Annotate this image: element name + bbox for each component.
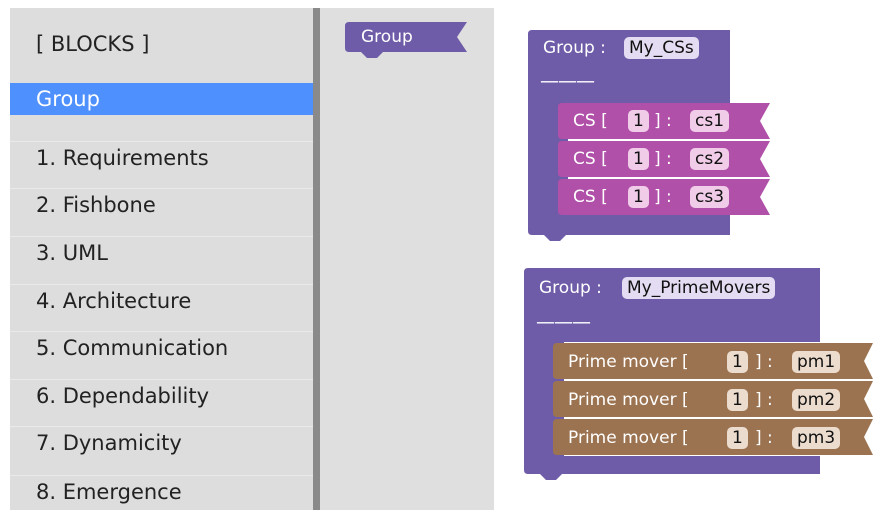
cs-colon: ] : [654,149,672,169]
prime-mover-block[interactable]: Prime mover [ 1 ] : pm2 [553,381,876,419]
toolbox-title: [ BLOCKS ] [36,32,150,56]
toolbox: [ BLOCKS ] Group 1. Requirements 2. Fish… [10,8,313,510]
cs-count-field[interactable]: 1 [628,148,649,170]
category-emergence[interactable]: 8. Emergence [10,475,313,507]
prime-mover-name-field[interactable]: pm1 [792,351,841,373]
cs-name-field[interactable]: cs2 [690,148,730,170]
prime-mover-label: Prime mover [ [568,428,689,448]
prime-mover-name-field[interactable]: pm3 [792,427,841,449]
block-flyout [320,8,494,510]
group-name-field[interactable]: My_CSs [624,37,699,59]
prime-mover-label: Prime mover [ [568,352,689,372]
prime-mover-name-field[interactable]: pm2 [792,389,841,411]
prime-mover-block[interactable]: Prime mover [ 1 ] : pm1 [553,343,876,381]
prime-mover-colon: ] : [755,428,773,448]
prime-mover-label: Prime mover [ [568,390,689,410]
group-name-field[interactable]: My_PrimeMovers [622,277,776,299]
cs-colon: ] : [654,187,672,207]
cs-block[interactable]: CS [ 1 ] : cs2 [558,141,778,179]
category-group[interactable]: Group [10,83,313,115]
prime-mover-colon: ] : [755,390,773,410]
cs-block[interactable]: CS [ 1 ] : cs1 [558,103,778,141]
group-label: Group : [539,278,602,298]
toolbox-splitter[interactable] [313,8,320,510]
category-requirements[interactable]: 1. Requirements [10,141,313,173]
cs-label: CS [ [573,187,608,207]
group-separator: ——— [540,70,595,92]
cs-colon: ] : [654,111,672,131]
category-architecture[interactable]: 4. Architecture [10,284,313,316]
cs-count-field[interactable]: 1 [628,186,649,208]
cs-name-field[interactable]: cs3 [690,186,730,208]
prime-mover-count-field[interactable]: 1 [727,389,748,411]
category-fishbone[interactable]: 2. Fishbone [10,188,313,220]
cs-count-field[interactable]: 1 [628,110,649,132]
prime-mover-colon: ] : [755,352,773,372]
category-uml[interactable]: 3. UML [10,236,313,268]
category-dynamicity[interactable]: 7. Dynamicity [10,426,313,458]
cs-label: CS [ [573,149,608,169]
prime-mover-count-field[interactable]: 1 [727,351,748,373]
cs-name-field[interactable]: cs1 [690,110,730,132]
prime-mover-block[interactable]: Prime mover [ 1 ] : pm3 [553,419,876,457]
prime-mover-count-field[interactable]: 1 [727,427,748,449]
cs-block[interactable]: CS [ 1 ] : cs3 [558,179,778,217]
flyout-group-block[interactable]: Group [345,22,475,62]
group-label: Group : [543,38,606,58]
cs-label: CS [ [573,111,608,131]
category-dependability[interactable]: 6. Dependability [10,379,313,411]
category-communication[interactable]: 5. Communication [10,331,313,363]
group-separator: ——— [536,311,591,333]
flyout-block-label: Group [361,27,413,47]
